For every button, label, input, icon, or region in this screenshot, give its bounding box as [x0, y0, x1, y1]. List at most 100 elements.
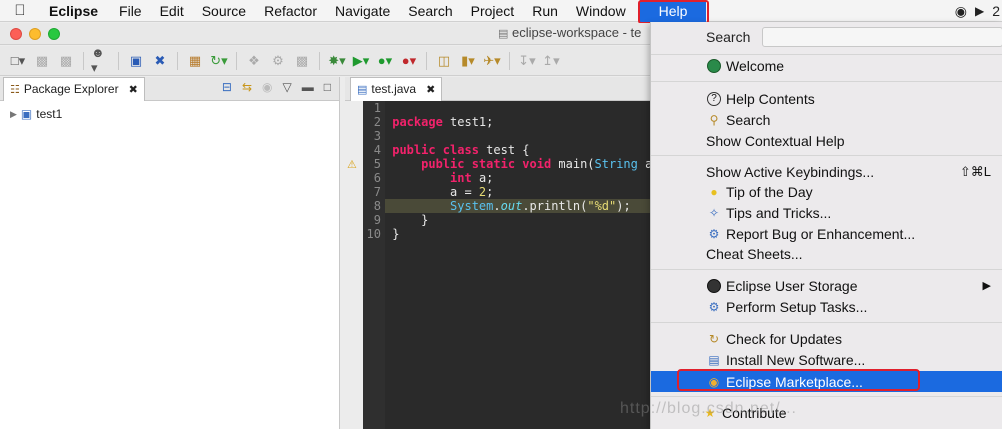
menu-refactor[interactable]: Refactor	[255, 0, 326, 22]
toolbar-separator	[426, 51, 427, 70]
install-icon: ▤	[708, 352, 720, 367]
menu-item-label: Eclipse Marketplace...	[726, 373, 863, 390]
package-icon[interactable]: ▦	[185, 52, 205, 70]
annotation-ruler: ⚠	[345, 101, 363, 429]
code-line: }	[385, 227, 400, 241]
code-line: package test1;	[392, 115, 494, 129]
menu-item-keybindings[interactable]: Show Active Keybindings... ⇧⌘L	[651, 161, 1002, 182]
tips-icon: ✧	[708, 205, 720, 220]
menu-item-label: Contribute	[722, 404, 787, 421]
copy-icon[interactable]: ▩	[292, 52, 312, 70]
code-line: System.out.println("%d");	[385, 199, 652, 213]
toolbar-separator	[177, 51, 178, 70]
menu-item-contribute[interactable]: ★ Contribute	[651, 402, 1002, 423]
menu-item-contextual-help[interactable]: Show Contextual Help	[651, 130, 1002, 151]
coverage-icon[interactable]: ●▾	[375, 52, 395, 70]
tab-test-java-label: test.java	[371, 82, 417, 96]
menu-project[interactable]: Project	[462, 0, 524, 22]
save-all-icon[interactable]: ▩	[56, 52, 76, 70]
menu-item-user-storage[interactable]: Eclipse User Storage ▶	[651, 275, 1002, 296]
menu-run[interactable]: Run	[523, 0, 567, 22]
menu-item-label: Help Contents	[726, 90, 815, 107]
menu-item-report-bug[interactable]: ⚙ Report Bug or Enhancement...	[651, 223, 1002, 244]
menu-file[interactable]: File	[110, 0, 151, 22]
toolbar-separator	[83, 51, 84, 70]
code-area[interactable]: package test1; public class test { publi…	[385, 101, 660, 429]
menu-eclipse[interactable]: Eclipse	[40, 0, 110, 22]
apple-icon[interactable]: 	[0, 2, 40, 19]
folder-icon[interactable]: ▮▾	[458, 52, 478, 70]
next-annotation-icon[interactable]: ↧▾	[517, 52, 537, 70]
menu-item-cheat-sheets[interactable]: Cheat Sheets...	[651, 243, 1002, 264]
view-menu-icon[interactable]: ▽	[283, 80, 292, 94]
close-icon[interactable]: ✖	[129, 83, 138, 96]
tab-package-explorer[interactable]: ☷ Package Explorer ✖	[3, 76, 145, 101]
minimize-window-button[interactable]	[29, 28, 41, 40]
toolbar-separator	[319, 51, 320, 70]
line-number: 6	[373, 171, 381, 185]
menu-item-help-contents[interactable]: ? Help Contents	[651, 88, 1002, 109]
line-number: 9	[373, 213, 381, 227]
run-icon[interactable]: ▶▾	[351, 52, 371, 70]
mac-menubar:  Eclipse File Edit Source Refactor Navi…	[0, 0, 1002, 22]
menu-item-check-updates[interactable]: ↻ Check for Updates	[651, 328, 1002, 349]
prev-annotation-icon[interactable]: ↥▾	[541, 52, 561, 70]
quickfix-warning-icon[interactable]: ⚠	[347, 158, 357, 171]
close-window-button[interactable]	[10, 28, 22, 40]
menu-item-label: Install New Software...	[726, 351, 866, 368]
link-icon[interactable]: ✖	[150, 52, 170, 70]
line-number: 4	[373, 143, 381, 157]
tab-test-java[interactable]: ▤ test.java ✖	[350, 76, 443, 101]
menu-item-welcome[interactable]: Welcome	[651, 55, 1002, 76]
shortcut-label: ⇧⌘L	[959, 163, 991, 179]
lightbulb-icon: ●	[710, 184, 718, 199]
menu-item-label: Tips and Tricks...	[726, 204, 832, 221]
profile-icon[interactable]: ☻▾	[91, 45, 111, 75]
pin-icon[interactable]: ❖	[244, 52, 264, 70]
external-tools-icon[interactable]: ●▾	[399, 52, 419, 70]
menu-item-install-software[interactable]: ▤ Install New Software...	[651, 349, 1002, 370]
close-icon[interactable]: ✖	[426, 83, 435, 96]
menu-search[interactable]: Search	[399, 0, 461, 22]
new-icon[interactable]: □▾	[8, 52, 28, 70]
menu-window[interactable]: Window	[567, 0, 635, 22]
menu-edit[interactable]: Edit	[151, 0, 193, 22]
menu-source[interactable]: Source	[193, 0, 255, 22]
code-line: int a;	[450, 171, 494, 185]
status-badge: 2	[992, 3, 1000, 19]
link-with-editor-icon[interactable]: ⇆	[242, 80, 252, 94]
tree-item-project[interactable]: ▶ ▣ test1	[0, 105, 339, 123]
maximize-window-button[interactable]	[48, 28, 60, 40]
menu-item-tips-and-tricks[interactable]: ✧ Tips and Tricks...	[651, 202, 1002, 223]
help-search-input[interactable]	[762, 27, 1002, 47]
debug-icon[interactable]: ✸▾	[327, 52, 347, 70]
menu-item-marketplace[interactable]: ◉ Eclipse Marketplace...	[651, 371, 1002, 392]
minimize-view-icon[interactable]: ▬	[302, 80, 314, 94]
gear-icon[interactable]: ⚙	[268, 52, 288, 70]
flashlight-icon[interactable]: ✈▾	[482, 52, 502, 70]
code-editor[interactable]: ▤ test.java ✖ ⚠ 1 2 3 4 5 6 7 8 9 10 pac…	[345, 76, 660, 429]
open-folder-icon[interactable]: ◫	[434, 52, 454, 70]
menu-item-label: Report Bug or Enhancement...	[726, 225, 916, 242]
refresh-icon[interactable]: ↻▾	[209, 52, 229, 70]
menu-item-search[interactable]: ⚲ Search	[651, 109, 1002, 130]
collapse-all-icon[interactable]: ⊟	[222, 80, 232, 94]
wechat-icon[interactable]: ◉	[955, 3, 967, 20]
menu-item-setup-tasks[interactable]: ⚙ Perform Setup Tasks...	[651, 296, 1002, 317]
maximize-view-icon[interactable]: □	[324, 80, 331, 94]
expand-arrow-icon[interactable]: ▶	[10, 109, 17, 120]
star-icon: ★	[704, 405, 716, 420]
java-project-icon: ▣	[20, 107, 33, 121]
menu-help[interactable]: Help	[640, 0, 706, 22]
focus-icon[interactable]: ◉	[262, 80, 272, 94]
menu-item-label: Welcome	[726, 57, 785, 74]
menu-item-tip-of-the-day[interactable]: ● Tip of the Day	[651, 181, 1002, 202]
volume-icon[interactable]: ▶	[975, 4, 984, 18]
console-icon[interactable]: ▣	[126, 52, 146, 70]
menu-separator	[651, 396, 1002, 397]
menu-navigate[interactable]: Navigate	[326, 0, 399, 22]
menu-item-label: Search	[726, 111, 771, 128]
save-icon[interactable]: ▩	[32, 52, 52, 70]
